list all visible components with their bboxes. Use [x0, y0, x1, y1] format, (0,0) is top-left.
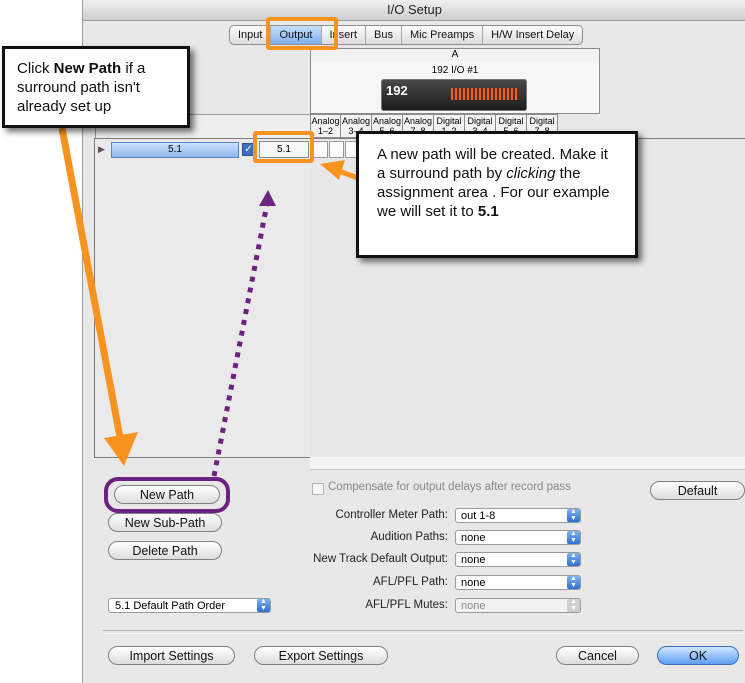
orange-arrow-shaft — [58, 127, 126, 449]
right-callout: A new path will be created. Make it a su… — [356, 131, 638, 258]
orange-arrow-right-head — [320, 160, 345, 180]
left-callout: Click New Path if a surround path isn't … — [2, 46, 190, 128]
purple-arrow-head — [259, 190, 276, 206]
orange-arrow-head — [104, 432, 138, 466]
purple-dotted-arrow — [211, 203, 270, 477]
